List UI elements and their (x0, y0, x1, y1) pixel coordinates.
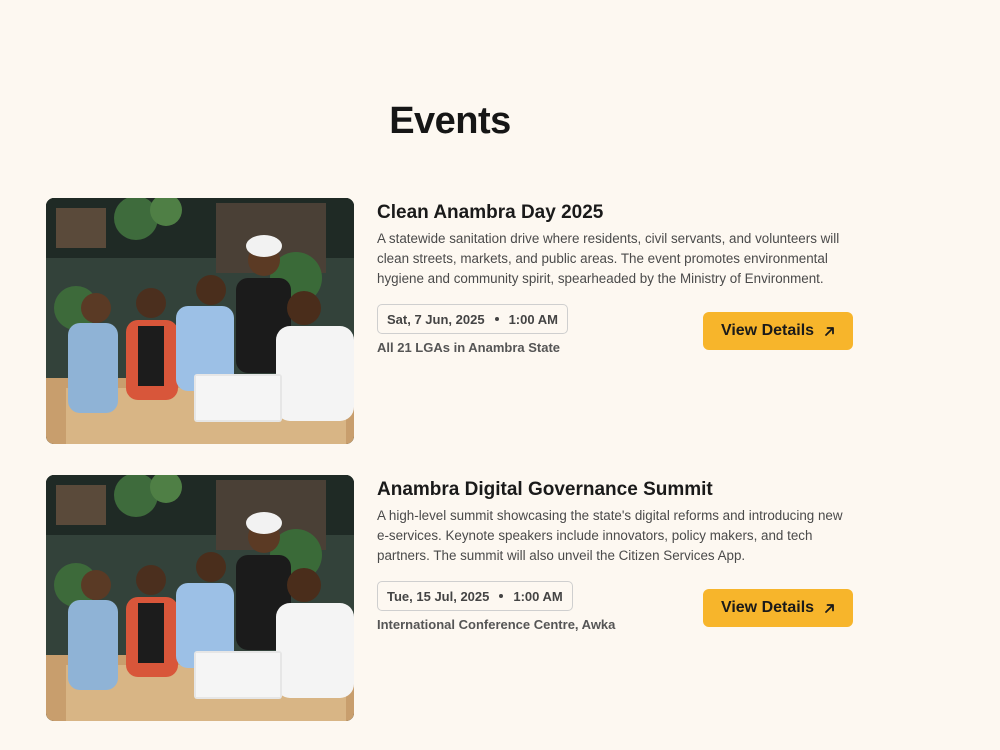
event-title: Anambra Digital Governance Summit (377, 479, 713, 500)
event-description: A high-level summit showcasing the state… (377, 508, 843, 563)
event-time: 1:00 AM (508, 311, 558, 327)
event-title: Clean Anambra Day 2025 (377, 202, 604, 223)
event-image (46, 198, 354, 444)
event-location: International Conference Centre, Awka (377, 617, 616, 632)
event-date: Sat, 7 Jun, 2025 (387, 311, 485, 327)
view-details-button[interactable]: View Details (703, 589, 853, 627)
view-details-label: View Details (720, 322, 815, 339)
event-card: Anambra Digital Governance Summit A high… (46, 475, 856, 723)
arrow-up-right-icon (824, 603, 835, 614)
event-image (46, 475, 354, 721)
page-title: Events (389, 100, 511, 142)
view-details-label: View Details (720, 599, 815, 616)
event-datetime: Tue, 15 Jul, 2025 1:00 AM (377, 581, 573, 611)
event-card: Clean Anambra Day 2025 A statewide sanit… (46, 198, 856, 446)
event-time: 1:00 AM (513, 588, 563, 604)
separator-dot (494, 317, 499, 321)
event-description: A statewide sanitation drive where resid… (377, 231, 840, 286)
view-details-button[interactable]: View Details (703, 312, 853, 350)
event-date: Tue, 15 Jul, 2025 (387, 588, 490, 604)
events-page: Events Clean Anambra Day 2025 A statewid… (0, 0, 1000, 750)
event-location: All 21 LGAs in Anambra State (377, 340, 561, 355)
arrow-up-right-icon (824, 326, 835, 337)
event-datetime: Sat, 7 Jun, 2025 1:00 AM (377, 304, 568, 334)
separator-dot (499, 594, 504, 598)
